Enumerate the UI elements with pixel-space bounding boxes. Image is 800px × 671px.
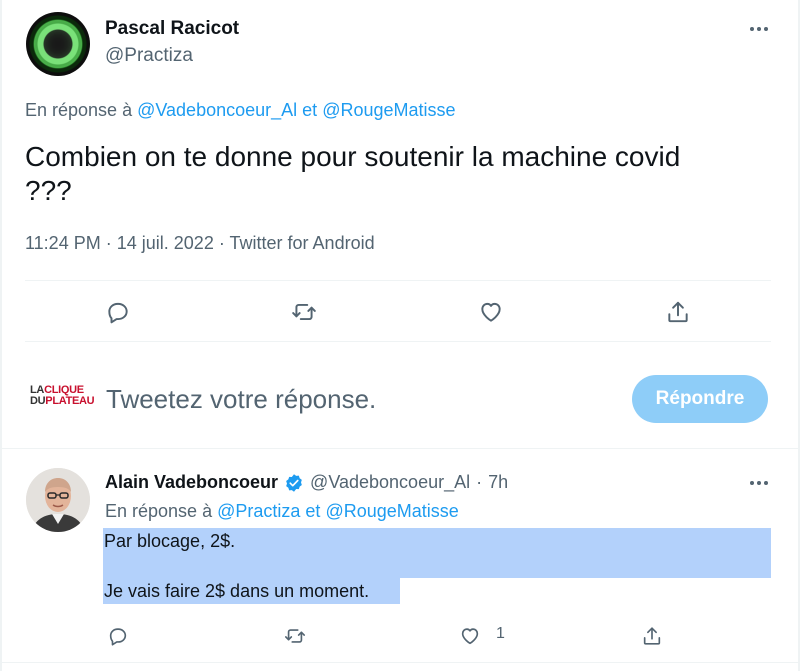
reply-icon[interactable]: [103, 621, 133, 651]
replying-to: En réponse à @Vadeboncoeur_Al et @RougeM…: [25, 100, 456, 121]
meta-separator: ·: [476, 472, 483, 492]
reply-compose-input[interactable]: Tweetez votre réponse.: [106, 384, 376, 415]
author-handle[interactable]: @Vadeboncoeur_Al: [310, 472, 470, 493]
author-name[interactable]: Alain Vadeboncoeur: [105, 472, 278, 493]
avatar[interactable]: [26, 468, 90, 532]
reply-icon[interactable]: [103, 297, 133, 327]
tweet-text-line: Par blocage, 2$.: [104, 531, 236, 551]
tweet-text: Combien on te donne pour soutenir la mac…: [25, 140, 765, 208]
more-options-icon[interactable]: [746, 470, 772, 496]
mention-link[interactable]: @RougeMatisse: [325, 501, 458, 521]
author-name[interactable]: Pascal Racicot: [105, 18, 239, 40]
mention-link[interactable]: @RougeMatisse: [322, 100, 455, 120]
share-icon[interactable]: [663, 297, 693, 327]
tweet-meta: 11:24 PM · 14 juil. 2022 · Twitter for A…: [25, 233, 375, 254]
tweet-time[interactable]: 7h: [488, 472, 508, 493]
author-handle[interactable]: @Practiza: [105, 45, 193, 67]
main-tweet: Pascal Racicot @Practiza En réponse à @V…: [0, 0, 800, 345]
like-icon[interactable]: [476, 297, 506, 327]
share-icon[interactable]: [637, 621, 667, 651]
divider: [0, 662, 800, 663]
mention-link[interactable]: @Practiza: [217, 501, 300, 521]
retweet-icon[interactable]: [289, 297, 319, 327]
divider: [25, 280, 771, 281]
reply-author-line: Alain Vadeboncoeur @Vadeboncoeur_Al · 7h: [105, 472, 508, 493]
meta-separator: ·: [105, 233, 112, 253]
tweet-text-line: Combien on te donne pour soutenir la mac…: [25, 141, 681, 172]
like-count: 1: [496, 625, 505, 642]
user-avatar-logo[interactable]: LACLIQUE DUPLATEAU: [30, 385, 95, 407]
reply-button[interactable]: Répondre: [632, 375, 768, 423]
divider: [25, 341, 771, 342]
replying-to: En réponse à @Practiza et @RougeMatisse: [105, 501, 459, 522]
avatar[interactable]: [26, 12, 90, 76]
more-options-icon[interactable]: [746, 16, 772, 42]
tweet-date[interactable]: 14 juil. 2022: [117, 233, 214, 253]
like-icon[interactable]: [455, 621, 485, 651]
meta-separator: ·: [218, 233, 225, 253]
retweet-icon[interactable]: [280, 621, 310, 651]
reply-joiner: et: [305, 501, 321, 521]
reply-joiner: et: [302, 100, 318, 120]
tweet-source[interactable]: Twitter for Android: [230, 233, 375, 253]
mention-link[interactable]: @Vadeboncoeur_Al: [137, 100, 297, 120]
verified-badge-icon: [286, 473, 302, 492]
tweet-text-line: ???: [25, 175, 72, 206]
reply-prefix: En réponse à: [105, 501, 213, 521]
tweet-time[interactable]: 11:24 PM: [25, 233, 101, 253]
divider: [0, 448, 800, 449]
reply-prefix: En réponse à: [25, 100, 133, 120]
tweet-text-line: Je vais faire 2$ dans un moment.: [104, 581, 370, 601]
